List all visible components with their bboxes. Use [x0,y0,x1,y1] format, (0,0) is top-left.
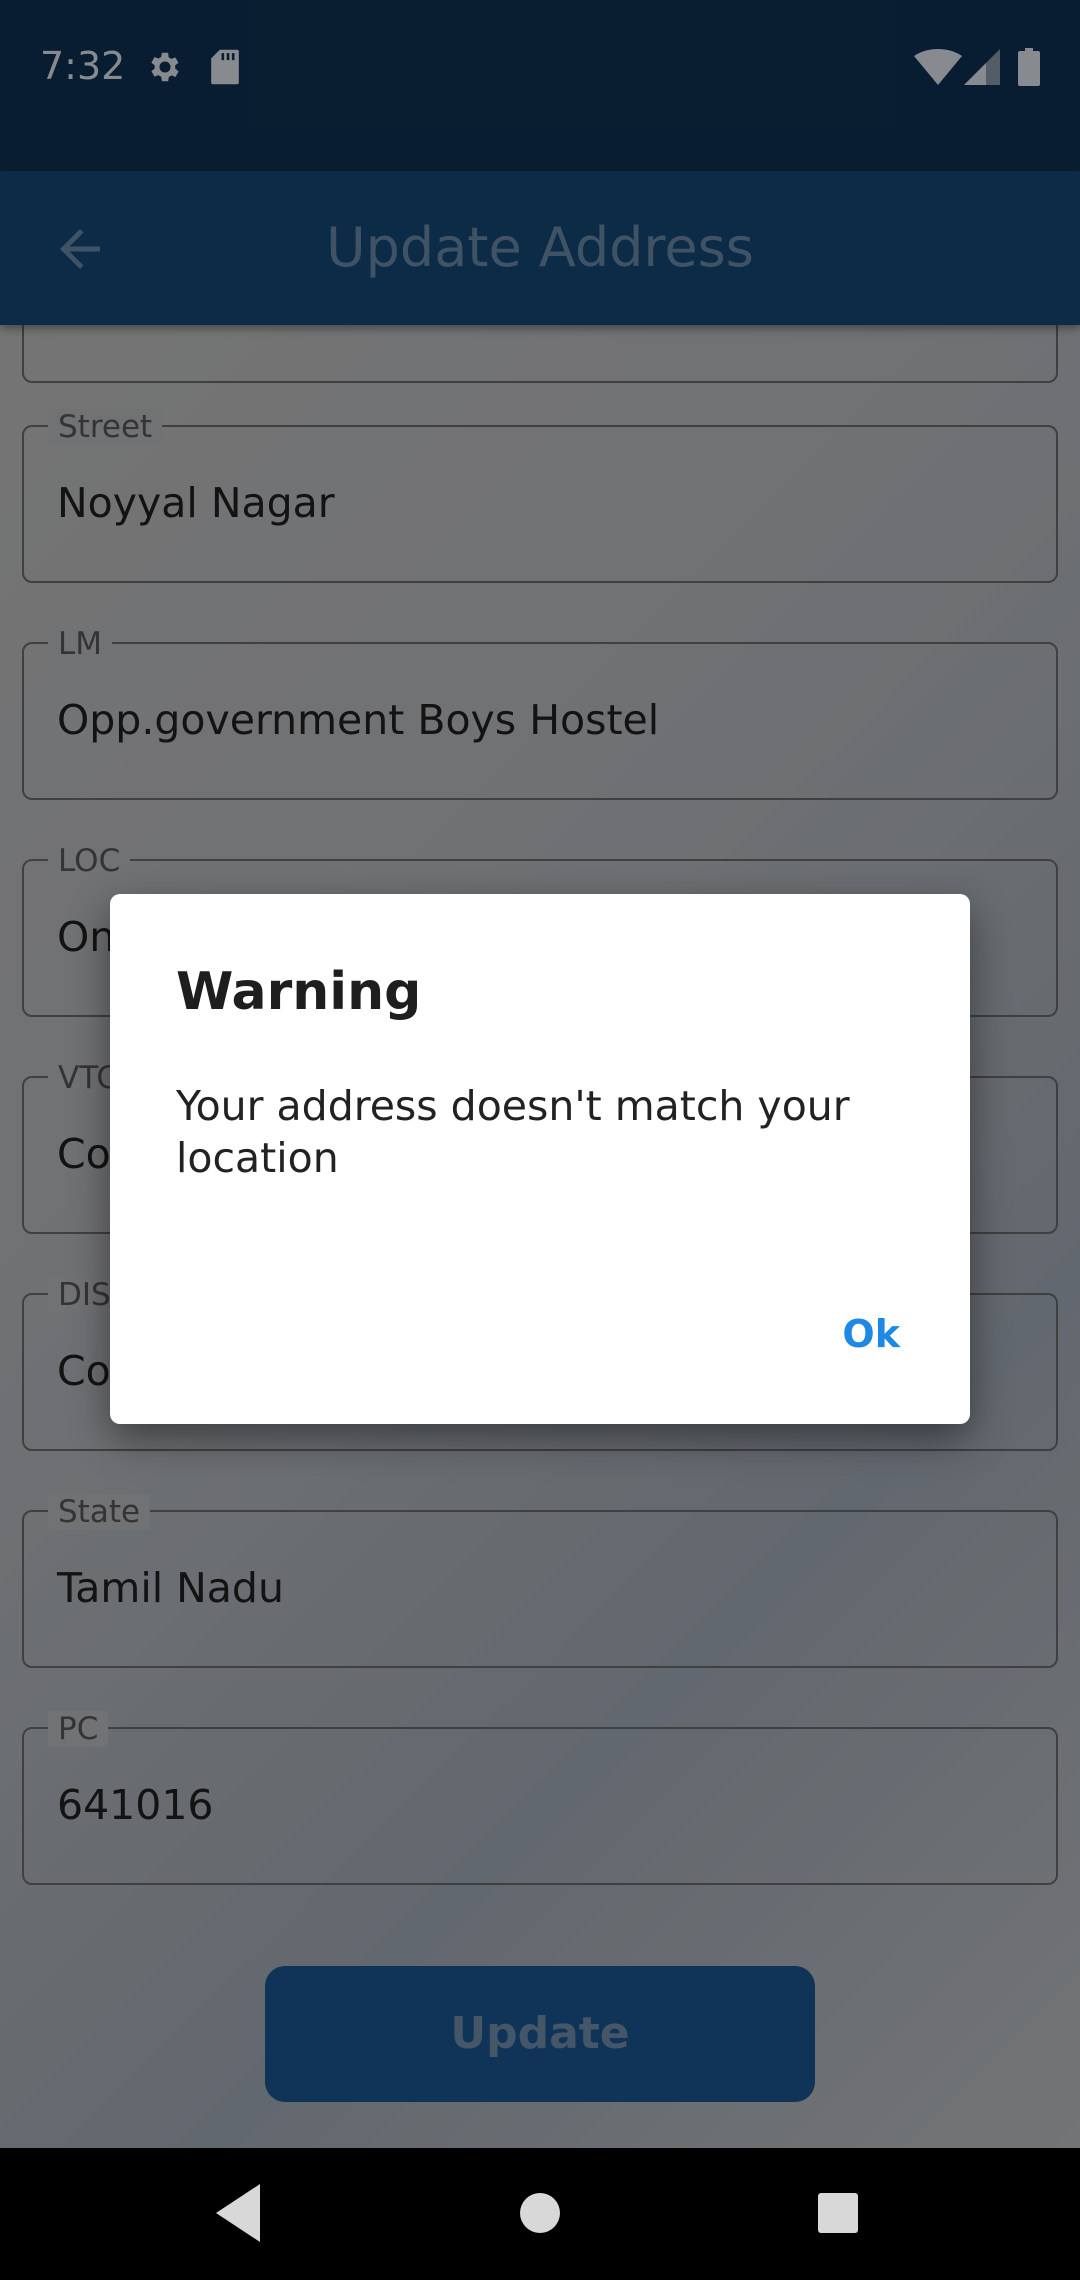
system-nav-bar [0,2148,1080,2280]
back-triangle-icon[interactable] [216,2184,260,2247]
dialog-title: Warning [176,962,422,1022]
recents-square-icon[interactable] [817,2184,859,2247]
ok-button[interactable]: Ok [842,1312,900,1356]
home-circle-icon[interactable] [519,2184,561,2247]
dialog-message: Your address doesn't match your location [176,1082,850,1182]
warning-dialog: Warning Your address doesn't match your … [110,894,970,1424]
